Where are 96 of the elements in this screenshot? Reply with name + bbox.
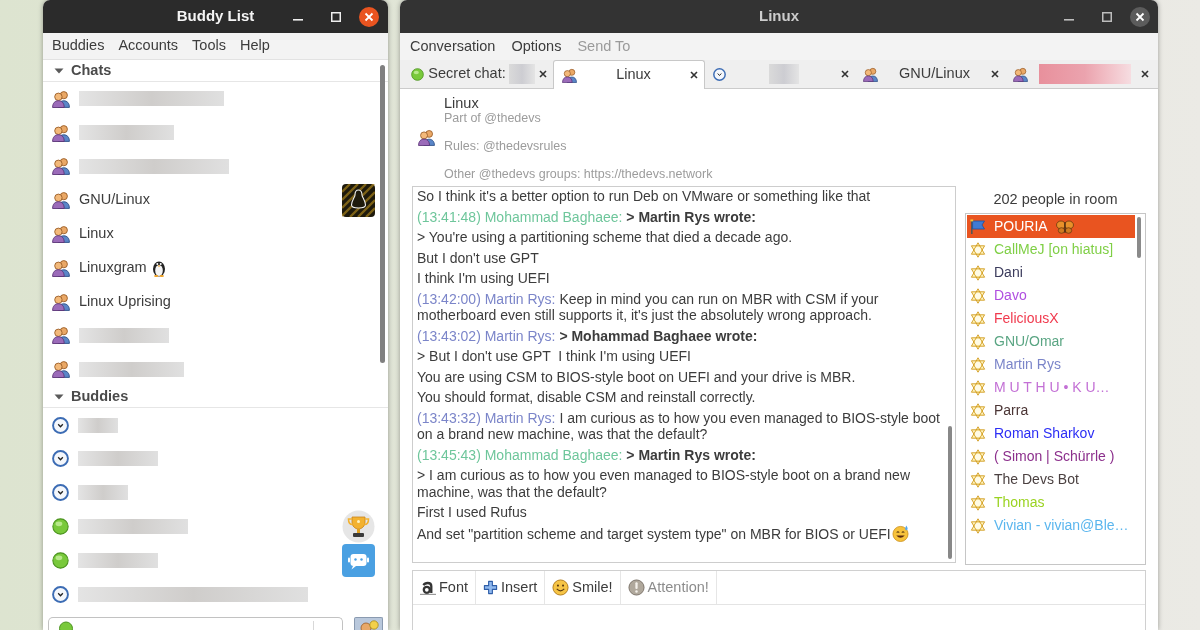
font-button[interactable]: Font [413, 571, 476, 604]
message-line: But I don't use GPT [417, 249, 539, 266]
chat-name[interactable]: Linux Uprising [79, 290, 171, 313]
star-icon [970, 356, 986, 373]
star-icon [970, 241, 986, 258]
star-icon [970, 402, 986, 419]
chat-message: (13:42:00) Martin Rys: Keep in mind you can run on MBR with CSM if your motherboard even still supports it, it's just the absolutely wrong approach. [417, 290, 880, 324]
group-chat-icon [418, 129, 435, 146]
flag-icon [970, 218, 986, 235]
message-line: You should format, disable CSM and reinstall correctly. [417, 389, 756, 405]
member-item[interactable]: Davo [967, 284, 1135, 307]
chat-title: Linux [444, 94, 479, 111]
exclamation-icon [627, 579, 645, 596]
insert-button[interactable]: Insert [476, 571, 546, 604]
menu-item[interactable]: Help [232, 35, 277, 57]
close-icon[interactable] [1130, 6, 1150, 27]
chat-message: (13:43:32) Martin Rys: I am curious as to how you even managed to BIOS-style boot on a brand new machine, was that the default? [417, 409, 941, 443]
group-chat-icon [52, 360, 70, 379]
group-header[interactable]: Chats [71, 60, 112, 82]
scrollbar-thumb[interactable] [380, 65, 385, 363]
menu-item[interactable]: Tools [185, 35, 233, 57]
star-icon [970, 471, 986, 488]
tab[interactable]: GNU/Linux [855, 60, 1005, 88]
smiley-icon [552, 579, 570, 596]
menu-item[interactable]: Accounts [111, 35, 186, 57]
member-item[interactable]: Roman Sharkov [967, 422, 1135, 445]
close-icon[interactable] [539, 70, 547, 78]
member-item[interactable]: Dani [967, 261, 1135, 284]
minimize-icon[interactable] [1064, 18, 1074, 21]
group-chat-icon [52, 225, 70, 244]
message-line: > You're using a partitioning scheme that died a decade ago. [417, 229, 793, 245]
group-chat-icon [52, 292, 70, 311]
group-chat-icon [562, 67, 577, 83]
group-chat-icon [52, 89, 70, 108]
tab[interactable]: Linux [553, 60, 705, 89]
star-icon [970, 379, 986, 396]
menu-item[interactable]: Conversation [402, 35, 504, 58]
member-item[interactable]: POURIA [967, 215, 1135, 238]
smile-button[interactable]: Smile! [545, 571, 621, 604]
message-line: > But I don't use GPT I think I'm using UEFI [417, 348, 691, 364]
tab[interactable]: Secret chat: [403, 60, 553, 88]
message-line: I think I'm using UEFI [417, 270, 550, 286]
chat-name[interactable]: GNU/Linux [79, 189, 150, 212]
group-chat-icon [863, 66, 878, 82]
message-line: So I think it's a better option to run Deb on VMware or something like that [417, 188, 871, 204]
chat-name[interactable]: Linuxgram [79, 257, 147, 279]
message-line: You are using CSM to BIOS-style boot on UEFI and your drive is MBR. [417, 368, 856, 385]
scrollbar-thumb[interactable] [1137, 217, 1141, 258]
close-icon[interactable] [1141, 70, 1149, 78]
member-item[interactable]: ( Simon | Schürrle ) [967, 445, 1135, 468]
window-title: Linux [759, 6, 799, 27]
plus-icon [483, 580, 498, 595]
message-line: First I used Rufus [417, 504, 527, 520]
window-title: Buddy List [176, 6, 255, 27]
member-item[interactable]: Parra [967, 399, 1135, 422]
people-icon [357, 620, 380, 630]
topic-line: Other @thedevs groups: https://thedevs.network [444, 166, 713, 181]
minimize-icon[interactable] [293, 18, 303, 21]
member-count: 202 people in room [993, 189, 1118, 209]
clock-icon [713, 67, 726, 81]
star-icon [970, 287, 986, 304]
star-icon [970, 310, 986, 327]
star-icon [970, 517, 986, 534]
chat-message: (13:45:43) Mohammad Baghaee: > Martin Rys wrote: [417, 446, 757, 463]
member-item[interactable]: Martin Rys [967, 353, 1135, 376]
star-icon [970, 425, 986, 442]
group-chat-icon [52, 258, 70, 277]
chat-name[interactable]: Linux [79, 223, 114, 245]
close-icon[interactable] [690, 71, 698, 79]
chat-message: (13:41:48) Mohammad Baghaee: > Martin Rys wrote: [417, 208, 757, 225]
group-chat-icon [52, 157, 70, 176]
group-header[interactable]: Buddies [71, 385, 129, 408]
close-icon[interactable] [841, 70, 849, 78]
message-line: And set "partition scheme and target system type" on MBR for BIOS or UEFI [417, 525, 891, 542]
chat-message: (13:43:02) Martin Rys: > Mohammad Baghaee wrote: [417, 327, 759, 344]
font-icon [420, 580, 436, 595]
star-icon [970, 494, 986, 511]
group-chat-icon [52, 123, 70, 142]
chat-subtitle: Part of @thedevs [444, 110, 541, 125]
message-line: > I am curious as to how you even managed to BIOS-style boot on a brand new machine, was that the default? [417, 467, 911, 500]
menu-item[interactable]: Buddies [45, 35, 112, 57]
group-chat-icon [52, 326, 70, 345]
star-icon [970, 264, 986, 281]
close-icon[interactable] [359, 6, 379, 27]
star-icon [970, 333, 986, 350]
maximize-icon[interactable] [1102, 11, 1112, 22]
menu-item[interactable]: Options [503, 35, 570, 58]
close-icon[interactable] [991, 70, 999, 78]
member-item[interactable]: The Devs Bot [967, 468, 1135, 491]
group-chat-icon [1013, 66, 1028, 82]
topic-line: Rules: @thedevsrules [444, 138, 567, 153]
star-icon [970, 448, 986, 465]
group-chat-icon [52, 191, 70, 210]
member-item[interactable]: FeliciousX [967, 307, 1135, 330]
available-status-icon [411, 67, 424, 81]
scrollbar-thumb[interactable] [948, 426, 952, 559]
